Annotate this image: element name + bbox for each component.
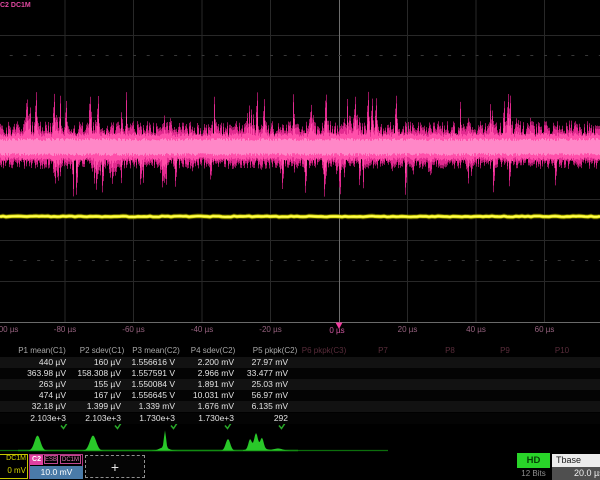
svg-text:-60 µs: -60 µs — [122, 325, 144, 334]
svg-text:-20 µs: -20 µs — [259, 325, 281, 334]
svg-text:C2 DC1M: C2 DC1M — [0, 2, 31, 9]
svg-text:40 µs: 40 µs — [466, 325, 486, 334]
svg-text:-40 µs: -40 µs — [191, 325, 213, 334]
svg-text:-100 µs: -100 µs — [0, 325, 18, 334]
svg-text:-80 µs: -80 µs — [54, 325, 76, 334]
svg-text:20 µs: 20 µs — [398, 325, 418, 334]
svg-text:0 µs: 0 µs — [329, 326, 344, 335]
svg-text:60 µs: 60 µs — [535, 325, 555, 334]
